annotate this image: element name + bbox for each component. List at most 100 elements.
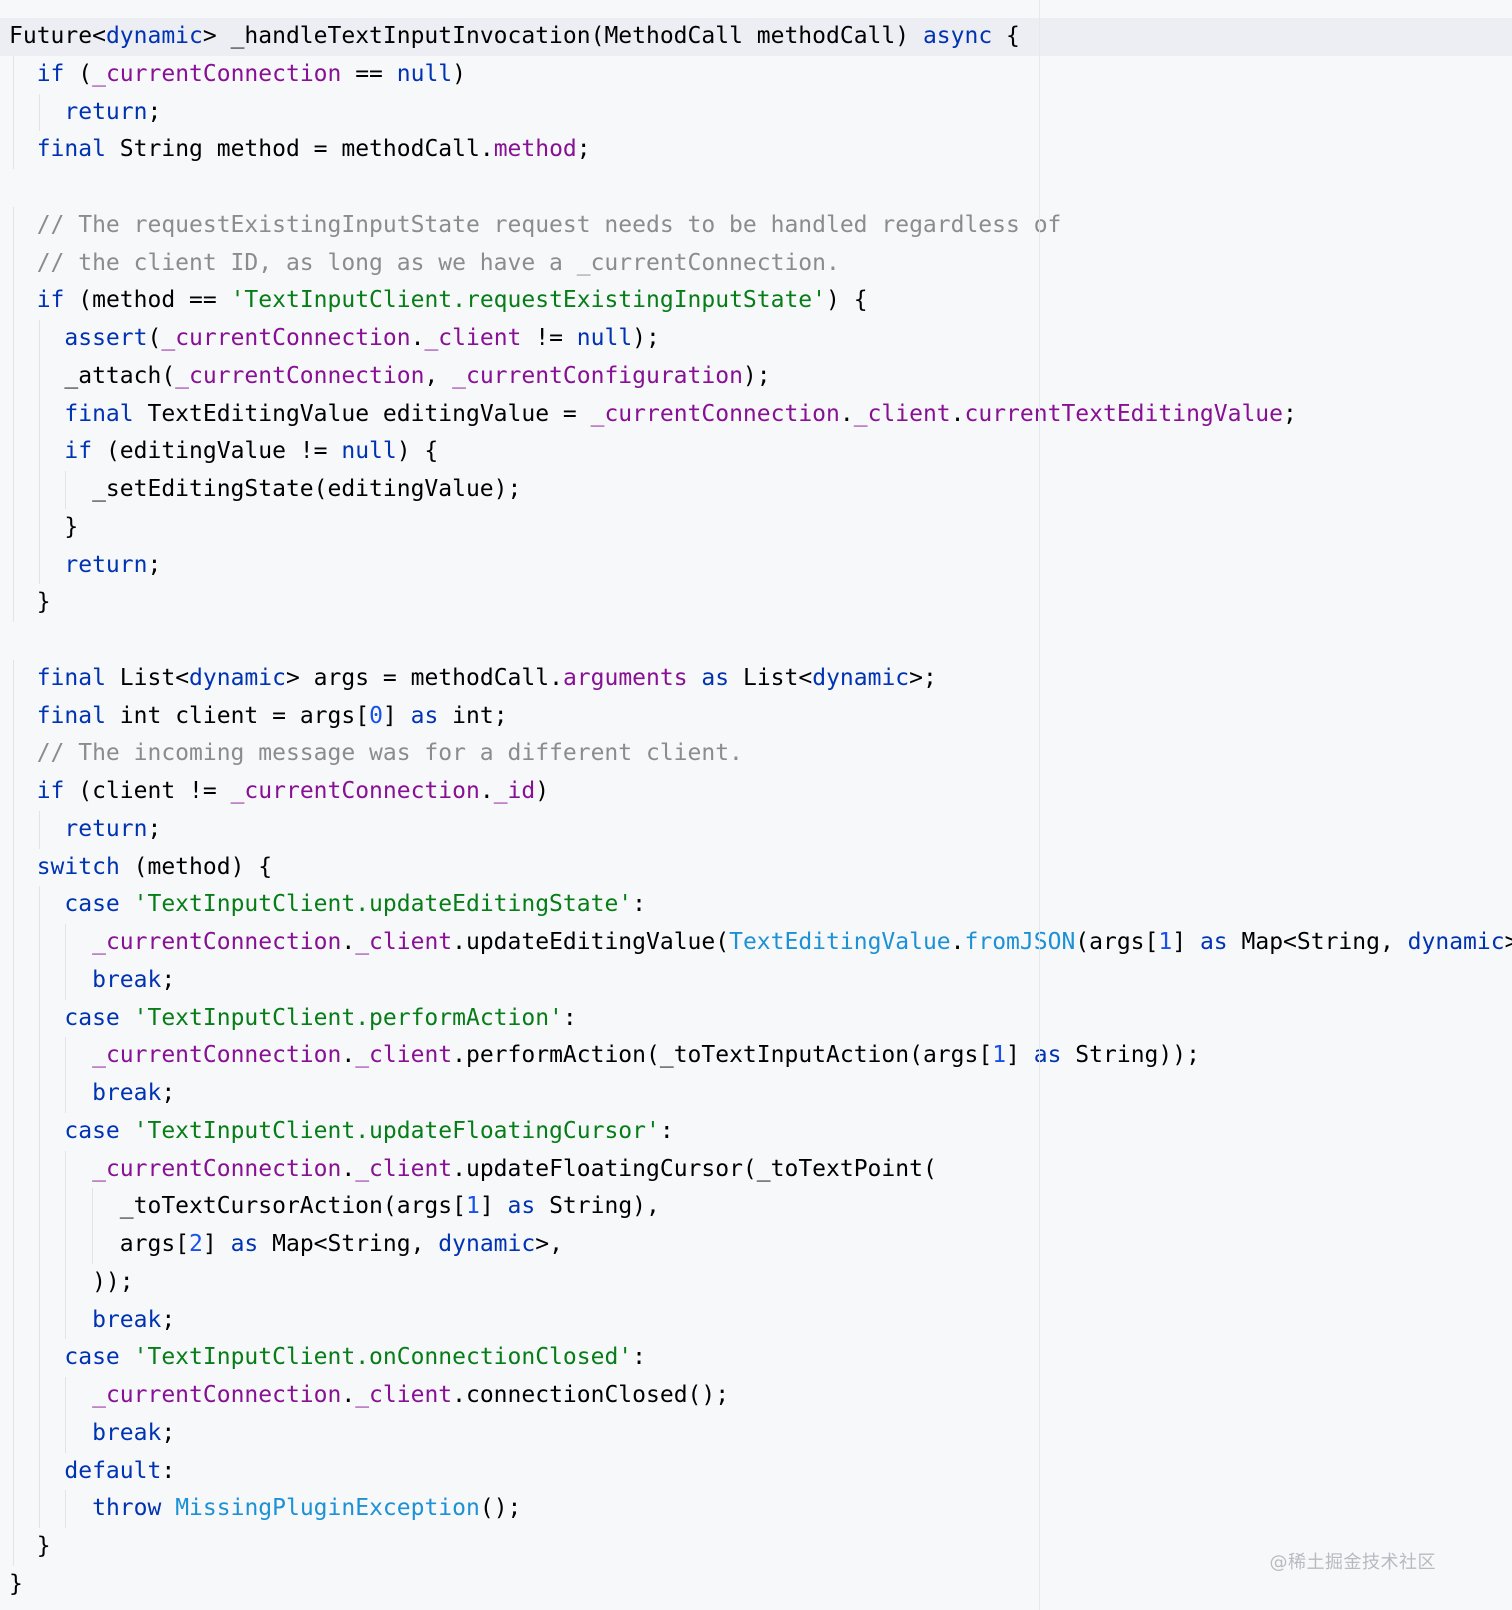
code-token: break bbox=[92, 1306, 162, 1333]
code-token: arguments bbox=[562, 664, 688, 691]
code-token: . bbox=[410, 325, 425, 351]
code-token: _client bbox=[355, 929, 453, 955]
code-line[interactable]: case 'TextInputClient.updateFloatingCurs… bbox=[0, 1112, 1512, 1151]
code-line[interactable]: if (client != _currentConnection._id) bbox=[0, 773, 1512, 811]
code-token: as bbox=[507, 1193, 536, 1220]
code-token: _client bbox=[853, 400, 951, 427]
code-line[interactable]: break; bbox=[0, 961, 1512, 1000]
code-line[interactable]: _toTextCursorAction(args[1] as String), bbox=[0, 1188, 1512, 1226]
code-line[interactable]: final int client = args[0] as int; bbox=[0, 697, 1512, 736]
code-line[interactable]: // The incoming message was for a differ… bbox=[0, 735, 1512, 773]
code-line[interactable]: case 'TextInputClient.updateEditingState… bbox=[0, 886, 1512, 924]
code-line[interactable]: )); bbox=[0, 1263, 1512, 1302]
code-token: List< bbox=[105, 664, 190, 691]
code-token: case bbox=[64, 1344, 120, 1371]
code-line[interactable]: return; bbox=[0, 93, 1512, 132]
code-line[interactable]: if (method == 'TextInputClient.requestEx… bbox=[0, 282, 1512, 320]
code-token: > args = methodCall. bbox=[285, 664, 563, 691]
code-token: null bbox=[396, 60, 453, 87]
code-token: if bbox=[36, 60, 65, 87]
code-text: case 'TextInputClient.updateFloatingCurs… bbox=[9, 1113, 673, 1151]
code-text: _toTextCursorAction(args[1] as String), bbox=[9, 1188, 660, 1226]
code-token: String), bbox=[535, 1193, 660, 1220]
code-line[interactable]: default: bbox=[0, 1452, 1512, 1491]
code-token: ; bbox=[161, 1419, 176, 1446]
code-line[interactable]: case 'TextInputClient.onConnectionClosed… bbox=[0, 1339, 1512, 1377]
code-text: } bbox=[9, 509, 78, 547]
code-token: as bbox=[701, 664, 730, 691]
code-token: return bbox=[64, 551, 148, 578]
code-line[interactable]: } bbox=[0, 584, 1512, 622]
code-token: { bbox=[992, 23, 1020, 49]
code-line[interactable]: assert(_currentConnection._client != nul… bbox=[0, 320, 1512, 358]
code-token: , bbox=[424, 362, 453, 389]
code-line[interactable]: _currentConnection._client.performAction… bbox=[0, 1037, 1512, 1075]
code-line[interactable]: throw MissingPluginException(); bbox=[0, 1490, 1512, 1528]
code-token: _currentConnection bbox=[92, 929, 342, 955]
code-token: ; bbox=[1283, 400, 1297, 427]
code-token: ; bbox=[147, 98, 162, 125]
code-line[interactable]: } bbox=[0, 508, 1512, 547]
code-line[interactable]: _currentConnection._client.connectionClo… bbox=[0, 1377, 1512, 1415]
code-token: ) { bbox=[396, 438, 439, 465]
code-line[interactable]: _setEditingState(editingValue); bbox=[0, 471, 1512, 509]
code-text: return; bbox=[9, 547, 161, 585]
code-editor[interactable]: Future<dynamic> _handleTextInputInvocati… bbox=[0, 18, 1512, 1610]
code-line[interactable]: return; bbox=[0, 546, 1512, 585]
code-token: dynamic bbox=[812, 664, 910, 691]
code-token: currentTextEditingValue bbox=[964, 400, 1284, 427]
code-line[interactable]: if (editingValue != null) { bbox=[0, 433, 1512, 471]
code-token: args[ bbox=[9, 1231, 190, 1257]
code-token: ; bbox=[161, 1080, 176, 1106]
code-text: if (editingValue != null) { bbox=[9, 433, 438, 471]
code-line[interactable]: Future<dynamic> _handleTextInputInvocati… bbox=[0, 18, 1512, 56]
code-token: Future< bbox=[9, 23, 106, 49]
code-token: return bbox=[64, 98, 148, 125]
code-token: _currentConnection bbox=[175, 362, 425, 389]
code-token: List< bbox=[729, 664, 813, 691]
code-token: _client bbox=[424, 325, 522, 351]
code-line[interactable]: final TextEditingValue editingValue = _c… bbox=[0, 395, 1512, 434]
code-line[interactable]: break; bbox=[0, 1075, 1512, 1113]
code-line[interactable]: _currentConnection._client.updateEditing… bbox=[0, 924, 1512, 962]
code-line[interactable]: // The requestExistingInputState request… bbox=[0, 206, 1512, 245]
code-line[interactable]: switch (method) { bbox=[0, 848, 1512, 887]
code-text: final int client = args[0] as int; bbox=[9, 698, 508, 736]
code-text: _currentConnection._client.performAction… bbox=[9, 1037, 1200, 1075]
code-token: break bbox=[92, 1419, 162, 1446]
code-line[interactable]: if (_currentConnection == null) bbox=[0, 55, 1512, 94]
code-line[interactable]: break; bbox=[0, 1301, 1512, 1340]
code-token: . bbox=[341, 929, 356, 955]
code-line[interactable]: break; bbox=[0, 1414, 1512, 1453]
code-token: TextEditingValue bbox=[729, 929, 951, 955]
code-line[interactable]: _attach(_currentConnection, _currentConf… bbox=[0, 357, 1512, 396]
code-text: // the client ID, as long as we have a _… bbox=[9, 245, 840, 283]
code-line[interactable]: args[2] as Map<String, dynamic>, bbox=[0, 1226, 1512, 1264]
code-token: as bbox=[230, 1231, 259, 1257]
code-text: // The requestExistingInputState request… bbox=[9, 207, 1062, 245]
code-line[interactable] bbox=[0, 622, 1512, 660]
code-line[interactable]: final List<dynamic> args = methodCall.ar… bbox=[0, 659, 1512, 698]
code-line[interactable]: return; bbox=[0, 810, 1512, 849]
code-text: if (method == 'TextInputClient.requestEx… bbox=[9, 282, 868, 320]
code-line[interactable]: case 'TextInputClient.performAction': bbox=[0, 999, 1512, 1038]
code-line[interactable]: // the client ID, as long as we have a _… bbox=[0, 244, 1512, 283]
code-line[interactable]: final String method = methodCall.method; bbox=[0, 131, 1512, 169]
code-line[interactable]: _currentConnection._client.updateFloatin… bbox=[0, 1150, 1512, 1189]
code-text: break; bbox=[9, 1302, 175, 1340]
code-token: dynamic bbox=[189, 664, 286, 691]
code-token: _currentConnection bbox=[92, 1382, 342, 1408]
code-token: _id bbox=[493, 778, 536, 804]
code-line[interactable] bbox=[0, 169, 1512, 207]
